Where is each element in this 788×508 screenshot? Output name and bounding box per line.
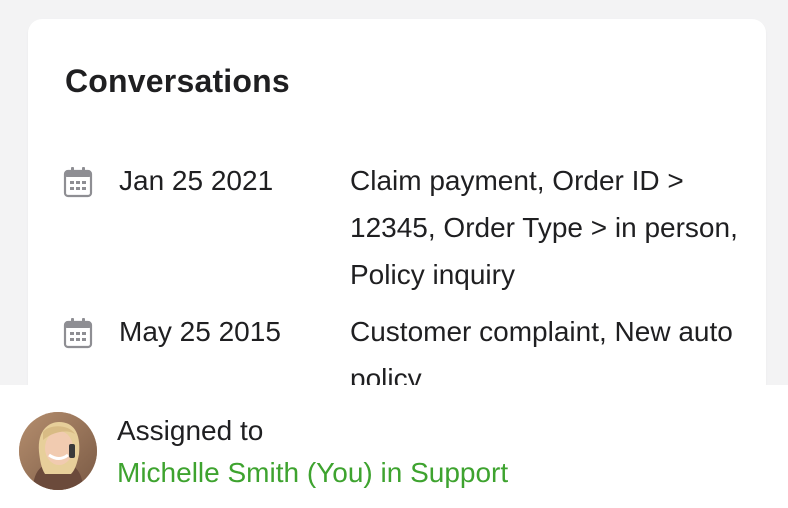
assignee-link[interactable]: Michelle Smith (You) in Support: [117, 455, 508, 491]
conversation-date: May 25 2015: [119, 316, 281, 347]
conversations-title: Conversations: [65, 63, 290, 99]
calendar-icon: [63, 317, 93, 349]
conversations-card: Conversations Jan 25 2021 Claim payment,…: [28, 19, 766, 439]
assignment-footer: Assigned to Michelle Smith (You) in Supp…: [0, 385, 788, 508]
calendar-icon: [63, 166, 93, 198]
conversation-date: Jan 25 2021: [119, 165, 274, 196]
conversation-description: Claim payment, Order ID > 12345, Order T…: [350, 165, 738, 290]
assigned-to-label: Assigned to: [117, 415, 264, 446]
user-avatar[interactable]: [19, 412, 97, 490]
